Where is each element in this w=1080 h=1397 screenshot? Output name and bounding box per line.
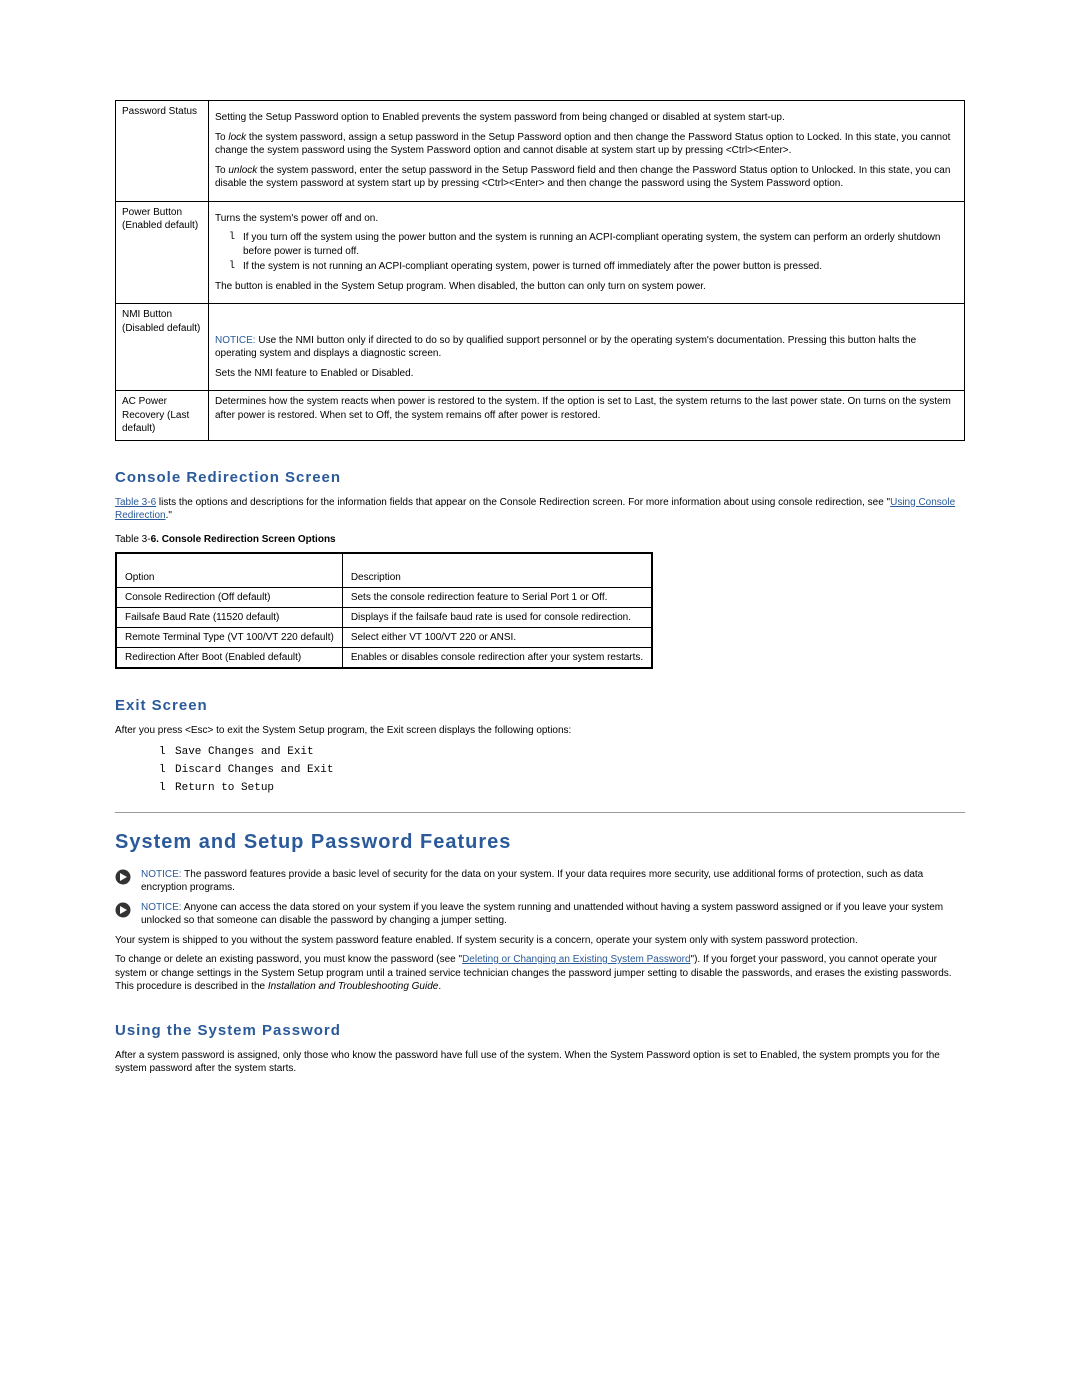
- option-name: Power Button (Enabled default): [116, 201, 209, 304]
- table-caption: Table 3-6. Console Redirection Screen Op…: [115, 533, 965, 547]
- option-cell: Remote Terminal Type (VT 100/VT 220 defa…: [116, 628, 342, 648]
- options-table: Password Status Setting the Setup Passwo…: [115, 100, 965, 441]
- paragraph: To change or delete an existing password…: [115, 953, 965, 994]
- exit-options-list: Save Changes and Exit Discard Changes an…: [115, 746, 965, 794]
- paragraph: Sets the NMI feature to Enabled or Disab…: [215, 367, 958, 381]
- notice-icon: [115, 902, 131, 918]
- paragraph: Setting the Setup Password option to Ena…: [215, 111, 958, 125]
- paragraph: Turns the system's power off and on.: [215, 212, 958, 226]
- notice-icon: [115, 869, 131, 885]
- separator: [115, 812, 965, 813]
- list-item: Discard Changes and Exit: [175, 764, 965, 776]
- list-item: Return to Setup: [175, 782, 965, 794]
- paragraph: To lock the system password, assign a se…: [215, 131, 958, 158]
- table-row: Console Redirection (Off default) Sets t…: [116, 588, 652, 608]
- description-cell: Enables or disables console redirection …: [342, 648, 652, 669]
- table-row: NMI Button (Disabled default) NOTICE: Us…: [116, 304, 965, 391]
- table-row: Power Button (Enabled default) Turns the…: [116, 201, 965, 304]
- table-row: Failsafe Baud Rate (11520 default) Displ…: [116, 608, 652, 628]
- notice-label: NOTICE:: [141, 869, 182, 880]
- paragraph: Your system is shipped to you without th…: [115, 934, 965, 948]
- table-row: Redirection After Boot (Enabled default)…: [116, 648, 652, 669]
- paragraph: [215, 314, 958, 328]
- console-options-table: Option Description Console Redirection (…: [115, 552, 653, 669]
- column-header-description: Description: [342, 553, 652, 588]
- column-header-option: Option: [116, 553, 342, 588]
- table-row: Remote Terminal Type (VT 100/VT 220 defa…: [116, 628, 652, 648]
- option-cell: Redirection After Boot (Enabled default): [116, 648, 342, 669]
- list-item: If you turn off the system using the pow…: [243, 231, 958, 258]
- bullet-list: If you turn off the system using the pow…: [215, 231, 958, 274]
- notice-paragraph: NOTICE: Use the NMI button only if direc…: [215, 334, 958, 361]
- table-row: AC Power Recovery (Last default) Determi…: [116, 391, 965, 441]
- deleting-changing-password-link[interactable]: Deleting or Changing an Existing System …: [462, 954, 690, 965]
- option-name: NMI Button (Disabled default): [116, 304, 209, 391]
- paragraph: After you press <Esc> to exit the System…: [115, 724, 965, 738]
- password-features-heading: System and Setup Password Features: [115, 831, 965, 854]
- option-description: NOTICE: Use the NMI button only if direc…: [209, 304, 965, 391]
- exit-screen-heading: Exit Screen: [115, 697, 965, 714]
- description-cell: Select either VT 100/VT 220 or ANSI.: [342, 628, 652, 648]
- table-header-row: Option Description: [116, 553, 652, 588]
- table-row: Password Status Setting the Setup Passwo…: [116, 101, 965, 202]
- option-description: Turns the system's power off and on. If …: [209, 201, 965, 304]
- list-item: If the system is not running an ACPI-com…: [243, 260, 958, 274]
- description-cell: Sets the console redirection feature to …: [342, 588, 652, 608]
- option-description: Setting the Setup Password option to Ena…: [209, 101, 965, 202]
- paragraph: The button is enabled in the System Setu…: [215, 280, 958, 294]
- option-cell: Failsafe Baud Rate (11520 default): [116, 608, 342, 628]
- option-cell: Console Redirection (Off default): [116, 588, 342, 608]
- option-name: Password Status: [116, 101, 209, 202]
- option-description: Determines how the system reacts when po…: [209, 391, 965, 441]
- paragraph: Table 3-6 lists the options and descript…: [115, 496, 965, 523]
- notice-block: NOTICE: The password features provide a …: [115, 868, 965, 895]
- paragraph: After a system password is assigned, onl…: [115, 1049, 965, 1076]
- notice-text: NOTICE: The password features provide a …: [141, 868, 965, 895]
- paragraph: To unlock the system password, enter the…: [215, 164, 958, 191]
- list-item: Save Changes and Exit: [175, 746, 965, 758]
- notice-text: NOTICE: Anyone can access the data store…: [141, 901, 965, 928]
- console-redirection-heading: Console Redirection Screen: [115, 469, 965, 486]
- option-name: AC Power Recovery (Last default): [116, 391, 209, 441]
- description-cell: Displays if the failsafe baud rate is us…: [342, 608, 652, 628]
- table-3-6-link[interactable]: Table 3-6: [115, 497, 156, 508]
- notice-block: NOTICE: Anyone can access the data store…: [115, 901, 965, 928]
- notice-label: NOTICE:: [141, 902, 182, 913]
- notice-label: NOTICE:: [215, 335, 256, 346]
- using-system-password-heading: Using the System Password: [115, 1022, 965, 1039]
